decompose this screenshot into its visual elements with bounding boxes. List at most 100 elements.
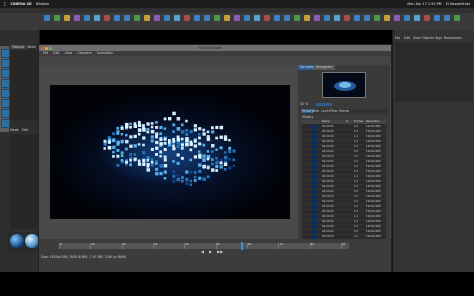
toolbar-tool-icon[interactable] (174, 15, 180, 21)
toolbar-tool-icon[interactable] (274, 15, 280, 21)
toolbar-tool-icon[interactable] (414, 15, 420, 21)
minimize-icon[interactable] (45, 46, 48, 50)
user-name[interactable]: EJ Hassenfratz (446, 2, 470, 6)
zoom-icon[interactable] (49, 46, 52, 50)
toolbar-tool-icon[interactable] (354, 15, 360, 21)
toolbar-tool-icon[interactable] (194, 15, 200, 21)
tab-takes[interactable]: Takes (26, 45, 37, 49)
toolbar-tool-icon[interactable] (374, 15, 380, 21)
toolbar-tool-icon[interactable] (94, 15, 100, 21)
toolbar-tool-icon[interactable] (164, 15, 170, 21)
voxel (189, 158, 192, 162)
toolbar-tool-icon[interactable] (304, 15, 310, 21)
tab-histogram[interactable]: Histogram (314, 65, 335, 70)
toolbar-tool-icon[interactable] (424, 15, 430, 21)
subtab-stereo[interactable]: Stereo (339, 109, 349, 113)
toolbar-tool-icon[interactable] (134, 15, 140, 21)
history-cell-res: 1920x1080 (366, 200, 381, 203)
toolbar-tool-icon[interactable] (314, 15, 320, 21)
next-frame-icon[interactable]: ▶▶ (217, 250, 223, 254)
attr-mode[interactable]: Mode (10, 128, 19, 132)
mode-icon[interactable] (1, 49, 10, 58)
toolbar-tool-icon[interactable] (344, 15, 350, 21)
prev-frame-icon[interactable]: ◀ (201, 250, 204, 254)
toolbar-tool-icon[interactable] (104, 15, 110, 21)
timeline-track[interactable]: 0 10 20 30 40 50 60 70 80 90 (59, 242, 349, 250)
voxel (129, 153, 133, 156)
subtab-filter[interactable]: Filter (330, 109, 338, 113)
toolbar-tool-icon[interactable] (284, 15, 290, 21)
toolbar-tool-icon[interactable] (324, 15, 330, 21)
menu-window[interactable]: Window (36, 2, 49, 6)
voxel (172, 147, 176, 151)
toolbar-tool-icon[interactable] (114, 15, 120, 21)
navigator-thumbnail[interactable] (322, 72, 366, 98)
toolbar-tool-icon[interactable] (334, 15, 340, 21)
zoom-slider[interactable] (316, 103, 332, 106)
rp-menu-bookmarks[interactable]: Bookmarks (444, 36, 462, 40)
voxel (142, 162, 146, 166)
voxel (198, 169, 202, 173)
mode-icon[interactable] (1, 89, 10, 98)
voxel (172, 144, 175, 147)
col-name[interactable]: Name (322, 120, 330, 124)
toolbar-tool-icon[interactable] (394, 15, 400, 21)
toolbar-tool-icon[interactable] (184, 15, 190, 21)
toolbar-tool-icon[interactable] (74, 15, 80, 21)
play-icon[interactable]: ▶ (209, 250, 212, 254)
toolbar-tool-icon[interactable] (124, 15, 130, 21)
rp-menu-objects[interactable]: Objects (422, 36, 434, 40)
mode-icon[interactable] (1, 59, 10, 68)
toolbar-tool-icon[interactable] (84, 15, 90, 21)
subtab-layer[interactable]: Layer (321, 109, 330, 113)
history-cell-res: 1920x1080 (366, 145, 381, 148)
close-icon[interactable] (41, 46, 44, 50)
toolbar-tool-icon[interactable] (404, 15, 410, 21)
rp-menu-view[interactable]: View (413, 36, 421, 40)
mode-icon[interactable] (1, 79, 10, 88)
history-cell-frames: 1/1 (354, 150, 359, 153)
voxel (168, 141, 171, 144)
toolbar-tool-icon[interactable] (234, 15, 240, 21)
subtab-info[interactable]: Info (313, 109, 319, 113)
toolbar-tool-icon[interactable] (364, 15, 370, 21)
toolbar-tool-icon[interactable] (434, 15, 440, 21)
toolbar-tool-icon[interactable] (254, 15, 260, 21)
tab-objects[interactable]: Objects (10, 45, 27, 49)
toolbar-tool-icon[interactable] (244, 15, 250, 21)
toolbar-tool-icon[interactable] (384, 15, 390, 21)
toolbar-tool-icon[interactable] (154, 15, 160, 21)
toolbar-tool-icon[interactable] (54, 15, 60, 21)
toolbar-tool-icon[interactable] (454, 15, 460, 21)
toolbar-tool-icon[interactable] (264, 15, 270, 21)
rp-menu-tags[interactable]: Tags (435, 36, 442, 40)
voxel (137, 162, 142, 166)
rp-menu-edit[interactable]: Edit (404, 36, 410, 40)
toolbar-tool-icon[interactable] (214, 15, 220, 21)
attr-edit[interactable]: Edit (22, 128, 28, 132)
app-name[interactable]: CINEMA 4D (10, 2, 31, 6)
mode-icon[interactable] (1, 119, 10, 128)
material-ball-2[interactable] (25, 234, 39, 248)
rp-menu-file[interactable]: File (395, 36, 400, 40)
toolbar-tool-icon[interactable] (144, 15, 150, 21)
mode-icon[interactable] (1, 99, 10, 108)
col-frames[interactable]: Frames (354, 120, 363, 124)
toolbar-tool-icon[interactable] (224, 15, 230, 21)
timeline-playhead[interactable] (240, 242, 243, 250)
material-ball-1[interactable] (10, 234, 24, 248)
col-resolution[interactable]: Resolution (366, 120, 380, 124)
apple-icon[interactable]:  (4, 2, 6, 6)
col-r[interactable]: R (346, 120, 348, 124)
toolbar-tool-icon[interactable] (64, 15, 70, 21)
toolbar-tool-icon[interactable] (204, 15, 210, 21)
history-cell-name: 00:00:00 (322, 215, 334, 218)
toolbar-tool-icon[interactable] (444, 15, 450, 21)
zoom-value[interactable]: 50 % (300, 102, 308, 106)
toolbar-tool-icon[interactable] (294, 15, 300, 21)
toolbar-tool-icon[interactable] (44, 15, 50, 21)
voxel (185, 177, 189, 181)
voxel (129, 126, 132, 129)
mode-icon[interactable] (1, 109, 10, 118)
mode-icon[interactable] (1, 69, 10, 78)
